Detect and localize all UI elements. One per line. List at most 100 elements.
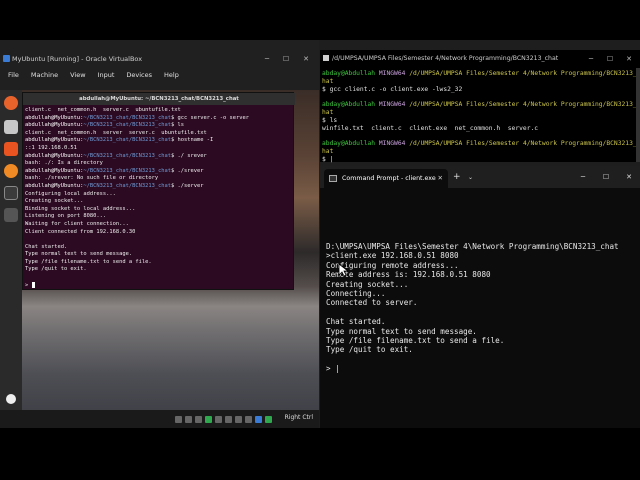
ubuntu-terminal-line: bash: ./srever: No such file or director… xyxy=(25,175,293,183)
terminal-icon[interactable] xyxy=(4,186,18,200)
menu-input[interactable]: Input xyxy=(98,68,115,82)
mouse-pointer-icon xyxy=(338,263,348,277)
output-text: Listening on port 8080... xyxy=(25,213,107,220)
prompt-user: abdullah@MyUbuntu: xyxy=(25,137,84,144)
output-text: hat xyxy=(322,108,334,116)
cmd-line: Remote address is: 192.168.0.51 8080 xyxy=(326,270,491,280)
cmd-tab-bar: Command Prompt - client.exe ✕ + ⌄ ─ ☐ ✕ xyxy=(320,166,640,188)
mingw-scrollbar[interactable] xyxy=(636,68,640,162)
ubuntu-dock xyxy=(0,90,22,428)
command-prompt-window[interactable]: Command Prompt - client.exe ✕ + ⌄ ─ ☐ ✕ … xyxy=(320,166,640,428)
cmd-maximize-icon[interactable]: ☐ xyxy=(595,169,617,185)
prompt-path: ~/BCN3213_chat/BCN3213_chat xyxy=(83,167,172,174)
chevron-down-icon[interactable]: ⌄ xyxy=(468,170,473,186)
menu-view[interactable]: View xyxy=(70,68,85,82)
recording-status-icon[interactable] xyxy=(245,416,252,423)
display-status-icon[interactable] xyxy=(235,416,242,423)
virtualbox-menubar: File Machine View Input Devices Help xyxy=(0,68,319,82)
ubuntu-terminal-line: abdullah@MyUbuntu:~/BCN3213_chat/BCN3213… xyxy=(25,115,293,123)
show-apps-icon[interactable] xyxy=(6,394,16,404)
usb-status-icon[interactable] xyxy=(215,416,222,423)
prompt-command: $ ls xyxy=(171,122,185,129)
ubuntu-terminal-line: Binding socket to local address... xyxy=(25,206,293,214)
mingw-terminal-line xyxy=(322,93,638,101)
cmd-line: Connecting... xyxy=(326,289,386,299)
mingw-terminal-output[interactable]: abday@Abdullah MINGW64 /d/UMPSA/UMPSA Fi… xyxy=(322,70,640,164)
hdd-status-icon[interactable] xyxy=(175,416,182,423)
cmd-line: Type /file filename.txt to send a file. xyxy=(326,336,505,346)
optical-status-icon[interactable] xyxy=(185,416,192,423)
output-text: bash: ./srever: No such file or director… xyxy=(25,175,159,182)
output-text: bash: ./: Is a directory xyxy=(25,160,103,167)
cpu-status-icon[interactable] xyxy=(255,416,262,423)
maximize-icon[interactable]: ☐ xyxy=(277,50,295,68)
output-text: hat xyxy=(322,77,334,85)
ubuntu-terminal-line: Creating socket... xyxy=(25,198,293,206)
menu-machine[interactable]: Machine xyxy=(31,68,58,82)
menu-file[interactable]: File xyxy=(8,68,19,82)
prompt-command: $ ./server xyxy=(171,182,204,189)
mouse-integration-icon[interactable] xyxy=(265,416,272,423)
close-icon[interactable]: ✕ xyxy=(297,50,315,68)
cmd-line: Connected to server. xyxy=(326,298,418,308)
menu-help[interactable]: Help xyxy=(164,68,179,82)
mingw-maximize-icon[interactable]: ☐ xyxy=(601,50,619,68)
mingw-terminal-window[interactable]: /d/UMPSA/UMPSA Files/Semester 4/Network … xyxy=(320,50,640,164)
mingw-terminal-line: hat xyxy=(322,109,638,117)
prompt-user: abday@Abdullah xyxy=(322,101,376,109)
prompt-path: ~/BCN3213_chat/BCN3213_chat xyxy=(83,182,172,189)
new-tab-icon[interactable]: + xyxy=(453,169,461,185)
cmd-line: >client.exe 192.168.0.51 8080 xyxy=(326,251,459,261)
minimize-icon[interactable]: ─ xyxy=(258,50,276,68)
ubuntu-terminal-line: Type /quit to exit. xyxy=(25,266,293,274)
cmd-line xyxy=(326,308,636,317)
ubuntu-terminal-line: abdullah@MyUbuntu:~/BCN3213_chat/BCN3213… xyxy=(25,122,293,130)
cmd-tab-title: Command Prompt - client.exe xyxy=(342,175,436,182)
cmd-minimize-icon[interactable]: ─ xyxy=(572,169,594,185)
network-status-icon[interactable] xyxy=(205,416,212,423)
ubuntu-terminal-titlebar[interactable]: abdullah@MyUbuntu: ~/BCN3213_chat/BCN321… xyxy=(23,93,295,105)
prompt-user: abdullah@MyUbuntu: xyxy=(25,182,84,189)
mingw-terminal-line: winfile.txt client.c client.exe net_comm… xyxy=(322,125,638,133)
output-text: Binding socket to local address... xyxy=(25,205,136,212)
app-center-icon[interactable] xyxy=(4,142,18,156)
mingw-terminal-line: $ | xyxy=(322,156,638,164)
ubuntu-terminal-line: Type /file filename.txt to send a file. xyxy=(25,259,293,267)
audio-status-icon[interactable] xyxy=(195,416,202,423)
menu-devices[interactable]: Devices xyxy=(126,68,152,82)
cmd-line: Type /quit to exit. xyxy=(326,345,413,355)
mingw-terminal-line xyxy=(322,132,638,140)
firefox-icon[interactable] xyxy=(4,96,18,110)
ubuntu-terminal-window[interactable]: abdullah@MyUbuntu: ~/BCN3213_chat/BCN321… xyxy=(22,92,295,290)
mingw-terminal-line: abday@Abdullah MINGW64 /d/UMPSA/UMPSA Fi… xyxy=(322,70,640,78)
prompt-host: MINGW64 xyxy=(378,70,406,77)
tab-close-icon[interactable]: ✕ xyxy=(438,169,443,188)
ubuntu-terminal-output[interactable]: client.c net_common.h server.c ubuntufil… xyxy=(25,107,293,290)
ubuntu-terminal-line: abdullah@MyUbuntu:~/BCN3213_chat/BCN3213… xyxy=(25,168,293,176)
ubuntu-terminal-line: abdullah@MyUbuntu:~/BCN3213_chat/BCN3213… xyxy=(25,183,293,191)
output-text: ::1 192.168.0.51 xyxy=(25,144,77,151)
ubuntu-terminal-line: ::1 192.168.0.51 xyxy=(25,145,293,153)
mingw-close-icon[interactable]: ✕ xyxy=(620,50,638,68)
mingw-app-icon xyxy=(323,55,329,61)
mingw-title: /d/UMPSA/UMPSA Files/Semester 4/Network … xyxy=(332,55,559,62)
output-text: Client connected from 192.168.0.30 xyxy=(25,228,136,235)
files-icon[interactable] xyxy=(4,120,18,134)
output-text: hat xyxy=(322,147,334,155)
prompt-path: /d/UMPSA/UMPSA Files/Semester 4/Network … xyxy=(409,101,640,109)
prompt-user: abday@Abdullah xyxy=(322,70,376,77)
shared-folder-status-icon[interactable] xyxy=(225,416,232,423)
cmd-output[interactable]: D:\UMPSA\UMPSA Files\Semester 4\Network … xyxy=(326,242,636,374)
ubuntu-terminal-line: abdullah@MyUbuntu:~/BCN3213_chat/BCN3213… xyxy=(25,137,293,145)
cmd-close-icon[interactable]: ✕ xyxy=(618,169,640,185)
virtualbox-app-icon xyxy=(3,55,10,62)
tab-command-prompt[interactable]: Command Prompt - client.exe ✕ xyxy=(324,169,448,188)
output-text: client.c net_common.h server.c ubuntufil… xyxy=(25,107,181,113)
output-text: client.c net_common.h server server.c ub… xyxy=(25,129,207,136)
mingw-minimize-icon[interactable]: ─ xyxy=(582,50,600,68)
output-text: Chat started. xyxy=(25,243,68,250)
help-icon[interactable] xyxy=(4,164,18,178)
trash-icon[interactable] xyxy=(4,208,18,222)
prompt-command: $ ./srever xyxy=(171,167,204,174)
